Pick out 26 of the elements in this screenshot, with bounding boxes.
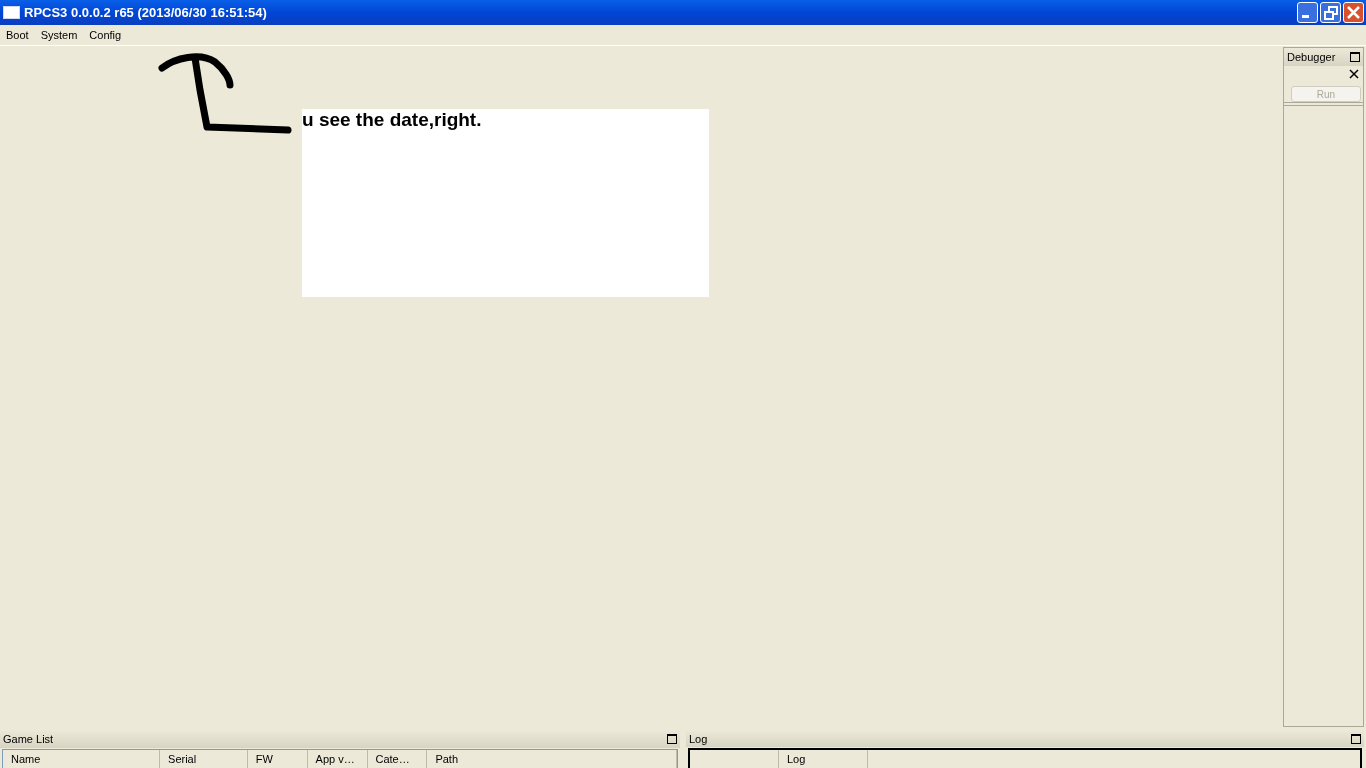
panel-title: Game List xyxy=(3,733,54,745)
menu-item[interactable]: Boot xyxy=(6,29,29,41)
minimize-button[interactable] xyxy=(1297,2,1318,23)
minimize-icon xyxy=(1302,15,1309,18)
panel-title: Debugger xyxy=(1287,51,1336,63)
menu-item[interactable]: Config xyxy=(89,29,122,41)
note-text: u see the date,right. xyxy=(302,109,482,131)
close-icon xyxy=(1347,6,1360,19)
column-header[interactable]: FW xyxy=(247,750,308,768)
maximize-icon[interactable] xyxy=(667,734,677,744)
restore-button[interactable] xyxy=(1320,2,1341,23)
maximize-icon[interactable] xyxy=(1350,52,1360,62)
menu-item[interactable]: System xyxy=(40,29,78,41)
column-header[interactable]: Log xyxy=(779,750,868,768)
restore-icon xyxy=(1323,5,1338,20)
maximize-icon[interactable] xyxy=(1351,733,1361,744)
column-header[interactable]: App v… xyxy=(307,750,368,768)
window-title: RPCS3 0.0.0.2 r65 (2013/06/30 16:51:54) xyxy=(24,5,268,20)
close-button[interactable] xyxy=(1343,2,1364,23)
column-header[interactable]: Path xyxy=(427,750,677,768)
column-header[interactable]: Name xyxy=(3,750,161,768)
column-header[interactable]: Serial xyxy=(160,750,248,768)
window-icon xyxy=(3,6,20,19)
close-icon[interactable] xyxy=(1349,69,1359,79)
panel-title: Log xyxy=(689,732,708,745)
column-header[interactable]: Cate… xyxy=(367,750,428,768)
